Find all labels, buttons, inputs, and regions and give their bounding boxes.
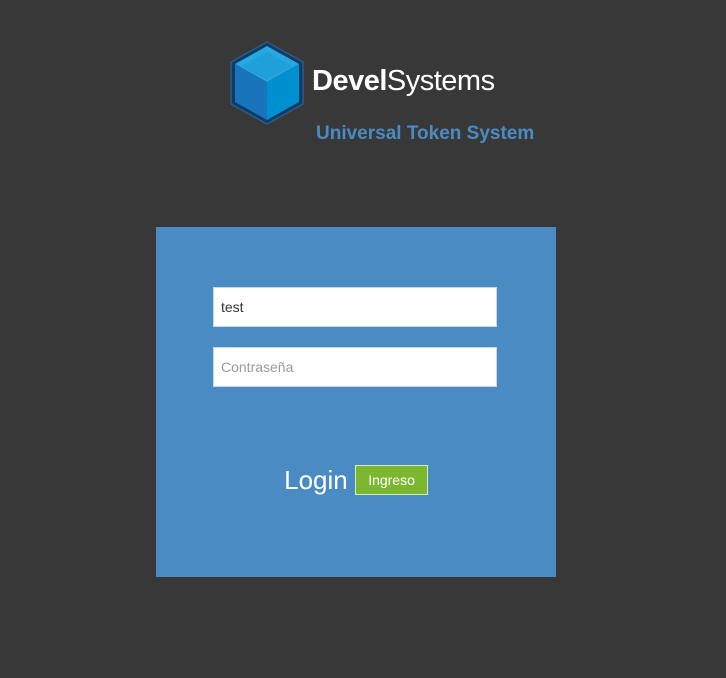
username-field[interactable] — [213, 287, 497, 327]
brand-name-light: Systems — [386, 65, 495, 97]
app-subtitle: Universal Token System — [316, 123, 535, 144]
login-panel: Login Ingreso — [156, 227, 556, 577]
brand-name-bold: Devel — [312, 65, 387, 97]
login-page: DevelSystems Universal Token System Logi… — [0, 0, 726, 678]
submit-button[interactable]: Ingreso — [355, 465, 428, 495]
brand-name: DevelSystems — [312, 65, 495, 97]
brand-logo: DevelSystems — [229, 40, 495, 128]
login-row: Login Ingreso — [156, 463, 556, 497]
password-field[interactable] — [213, 347, 497, 387]
login-label: Login — [284, 465, 348, 495]
cube-icon — [230, 41, 304, 125]
